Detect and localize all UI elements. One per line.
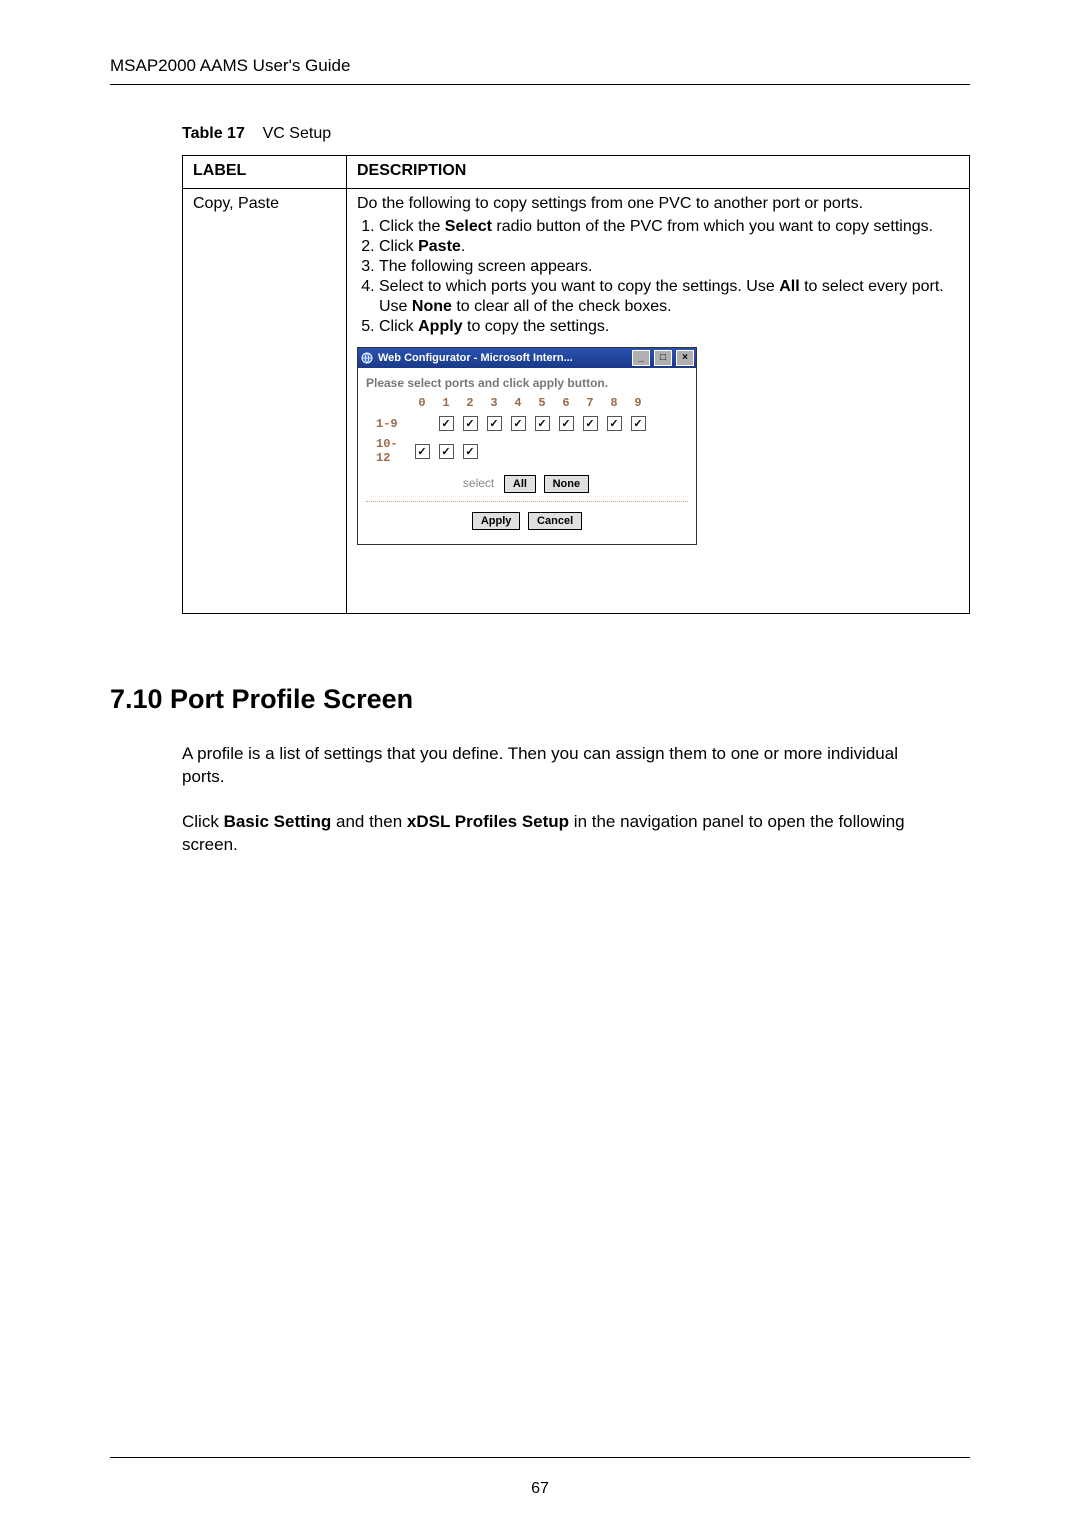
col-header-8: 8 — [610, 396, 617, 410]
table-caption: Table 17 VC Setup — [182, 125, 970, 143]
col-header-2: 2 — [466, 396, 473, 410]
col-header-0: 0 — [418, 396, 425, 410]
section-paragraph-2: Click Basic Setting and then xDSL Profil… — [182, 811, 942, 857]
table-caption-title: VC Setup — [263, 125, 331, 142]
window-prompt: Please select ports and click apply butt… — [366, 376, 688, 390]
checkbox-port-12[interactable]: ✓ — [463, 444, 478, 459]
step-3: The following screen appears. — [379, 257, 959, 277]
row-label-cell: Copy, Paste — [183, 189, 347, 614]
step-1-bold: Select — [445, 218, 492, 235]
checkbox-port-2[interactable]: ✓ — [463, 416, 478, 431]
checkbox-port-6[interactable]: ✓ — [559, 416, 574, 431]
step-5: Click Apply to copy the settings. — [379, 317, 959, 337]
p2-c: and then — [331, 812, 407, 831]
step-4-text-e: to clear all of the check boxes. — [452, 298, 672, 315]
th-label: LABEL — [183, 156, 347, 189]
col-header-1: 1 — [442, 396, 449, 410]
checkbox-port-3[interactable]: ✓ — [487, 416, 502, 431]
window-titlebar: Web Configurator - Microsoft Intern... _… — [358, 348, 696, 368]
p2-a: Click — [182, 812, 224, 831]
ie-icon — [360, 351, 374, 365]
step-2-text-a: Click — [379, 238, 418, 255]
col-header-3: 3 — [490, 396, 497, 410]
step-4-text-a: Select to which ports you want to copy t… — [379, 278, 779, 295]
step-4-bold-none: None — [412, 298, 452, 315]
step-1-text-c: radio button of the PVC from which you w… — [492, 218, 933, 235]
apply-button[interactable]: Apply — [472, 512, 521, 530]
page: MSAP2000 AAMS User's Guide Table 17 VC S… — [0, 0, 1080, 1528]
step-1: Click the Select radio button of the PVC… — [379, 217, 959, 237]
select-row: select All None — [366, 475, 688, 493]
row-description-cell: Do the following to copy settings from o… — [347, 189, 970, 614]
embedded-window-wrap: Web Configurator - Microsoft Intern... _… — [357, 347, 959, 545]
table-caption-label: Table 17 — [182, 125, 245, 142]
footer-rule — [110, 1457, 970, 1458]
checkbox-port-11[interactable]: ✓ — [439, 444, 454, 459]
close-button[interactable]: × — [676, 350, 694, 366]
step-2-bold: Paste — [418, 238, 461, 255]
checkbox-port-4[interactable]: ✓ — [511, 416, 526, 431]
col-header-6: 6 — [562, 396, 569, 410]
step-1-text-a: Click the — [379, 218, 445, 235]
col-header-7: 7 — [586, 396, 593, 410]
step-2: Click Paste. — [379, 237, 959, 257]
window-body: Please select ports and click apply butt… — [358, 368, 696, 544]
row-label-10-12: 10-12 — [366, 437, 410, 465]
checkbox-port-1[interactable]: ✓ — [439, 416, 454, 431]
maximize-button[interactable]: □ — [654, 350, 672, 366]
step-2-text-c: . — [461, 238, 465, 255]
col-header-9: 9 — [634, 396, 641, 410]
all-button[interactable]: All — [504, 475, 536, 493]
steps-list: Click the Select radio button of the PVC… — [357, 217, 959, 337]
checkbox-port-5[interactable]: ✓ — [535, 416, 550, 431]
step-4: Select to which ports you want to copy t… — [379, 277, 959, 317]
row-label-1-9: 1-9 — [366, 417, 398, 431]
minimize-button[interactable]: _ — [632, 350, 650, 366]
page-number: 67 — [0, 1480, 1080, 1498]
checkbox-port-10[interactable]: ✓ — [415, 444, 430, 459]
step-5-bold: Apply — [418, 318, 462, 335]
divider — [366, 501, 688, 502]
running-header: MSAP2000 AAMS User's Guide — [110, 56, 970, 76]
step-4-bold-all: All — [779, 278, 799, 295]
col-header-5: 5 — [538, 396, 545, 410]
checkbox-port-8[interactable]: ✓ — [607, 416, 622, 431]
desc-intro: Do the following to copy settings from o… — [357, 195, 959, 213]
section-heading: 7.10 Port Profile Screen — [110, 684, 970, 715]
select-label: select — [463, 476, 494, 490]
step-5-text-c: to copy the settings. — [463, 318, 610, 335]
window-title: Web Configurator - Microsoft Intern... — [378, 352, 628, 364]
action-row: Apply Cancel — [366, 512, 688, 530]
header-rule: MSAP2000 AAMS User's Guide — [110, 56, 970, 85]
port-grid: 0 1 2 3 4 5 6 7 8 9 — [366, 396, 688, 465]
vc-setup-table: LABEL DESCRIPTION Copy, Paste Do the fol… — [182, 155, 970, 614]
none-button[interactable]: None — [544, 475, 590, 493]
embedded-window: Web Configurator - Microsoft Intern... _… — [357, 347, 697, 545]
p2-bold-xdsl: xDSL Profiles Setup — [407, 812, 569, 831]
checkbox-port-7[interactable]: ✓ — [583, 416, 598, 431]
checkbox-port-9[interactable]: ✓ — [631, 416, 646, 431]
p2-bold-basic: Basic Setting — [224, 812, 332, 831]
col-header-4: 4 — [514, 396, 521, 410]
section-paragraph-1: A profile is a list of settings that you… — [182, 743, 942, 789]
step-5-text-a: Click — [379, 318, 418, 335]
cancel-button[interactable]: Cancel — [528, 512, 582, 530]
th-description: DESCRIPTION — [347, 156, 970, 189]
